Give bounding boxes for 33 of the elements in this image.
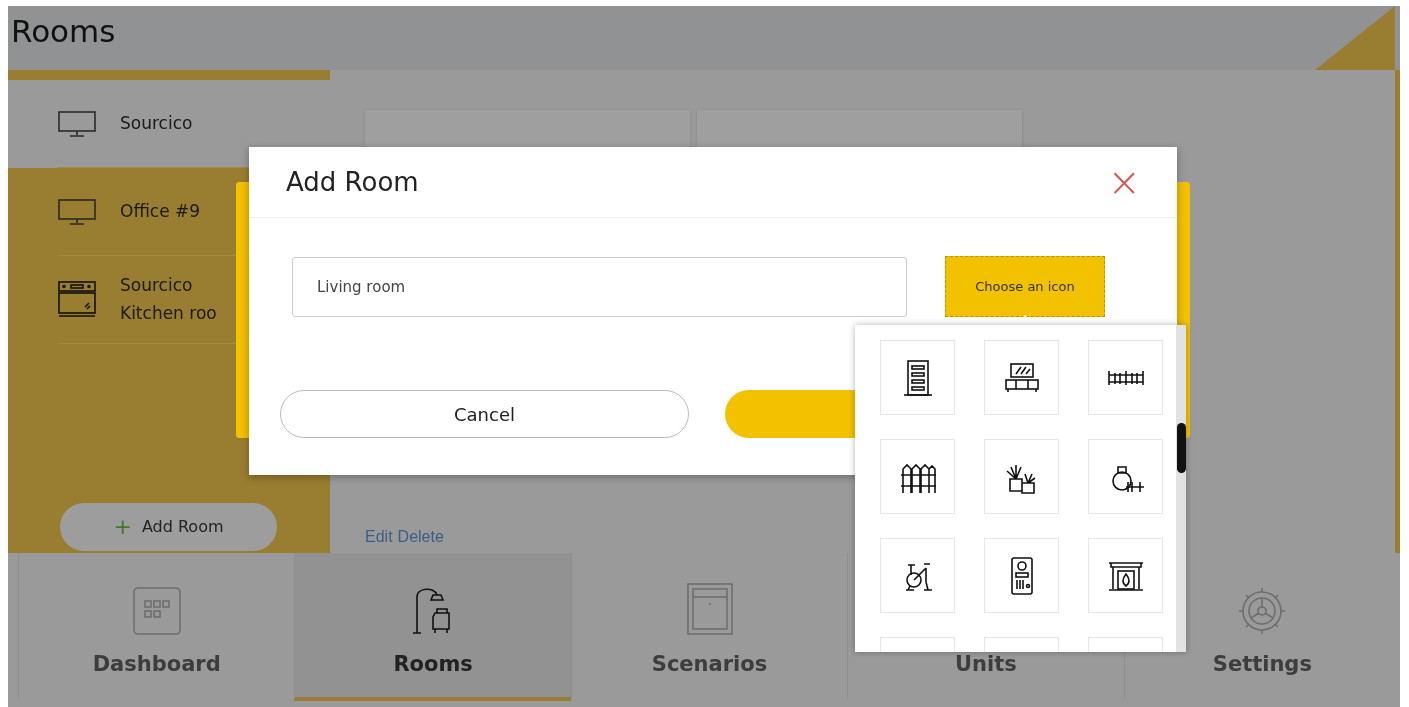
icon-tile[interactable] bbox=[1088, 439, 1163, 514]
cancel-button[interactable]: Cancel bbox=[280, 390, 689, 438]
icon-tile[interactable] bbox=[984, 538, 1059, 613]
icon-tile[interactable] bbox=[984, 439, 1059, 514]
monitor-icon bbox=[58, 110, 96, 137]
icon-tile[interactable] bbox=[1088, 538, 1163, 613]
icon-tile[interactable] bbox=[880, 340, 955, 415]
nav-tab[interactable]: Rooms bbox=[294, 553, 571, 701]
window-icon bbox=[686, 582, 733, 635]
scrollbar[interactable] bbox=[1176, 325, 1186, 652]
monitor-icon bbox=[58, 198, 96, 225]
icon-tile[interactable] bbox=[880, 538, 955, 613]
plus-icon: + bbox=[113, 516, 132, 538]
room-name: Sourcico bbox=[120, 111, 194, 135]
icon-tile[interactable] bbox=[1088, 340, 1163, 415]
choose-icon-button[interactable]: Choose an icon bbox=[945, 256, 1105, 317]
room-name: Sourcico Kitchen roo bbox=[120, 274, 218, 325]
oven-icon bbox=[58, 280, 96, 319]
edit-link[interactable]: Edit bbox=[365, 525, 393, 549]
dialog-title: Add Room bbox=[286, 165, 419, 199]
scrollbar-thumb[interactable] bbox=[1177, 423, 1186, 473]
add-room-button[interactable]: + Add Room bbox=[60, 503, 277, 551]
room-name: Office #9 bbox=[120, 199, 202, 223]
room-name-field[interactable]: Living room bbox=[292, 256, 907, 317]
grid-icon bbox=[132, 586, 181, 635]
close-button[interactable]: × bbox=[1107, 162, 1141, 202]
icon-tile[interactable] bbox=[880, 439, 955, 514]
room-item[interactable]: Sourcico bbox=[8, 80, 330, 168]
page-title: Rooms bbox=[10, 12, 116, 47]
settings-icon bbox=[1238, 586, 1287, 635]
gate-icon bbox=[1105, 368, 1146, 387]
delete-link[interactable]: Delete bbox=[397, 525, 444, 549]
icon-tile[interactable] bbox=[984, 340, 1059, 415]
